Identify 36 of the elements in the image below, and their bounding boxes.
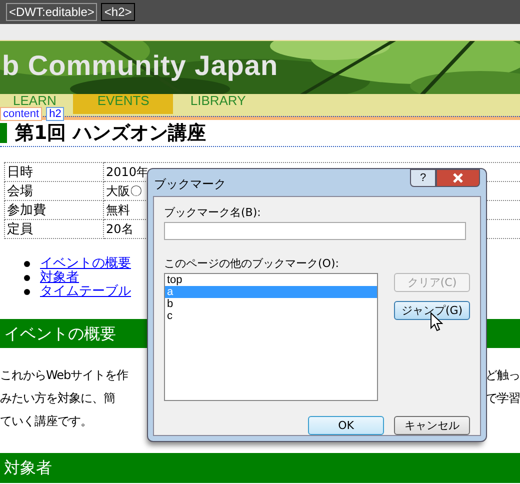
- heading-marker: [0, 123, 7, 143]
- list-item[interactable]: b: [165, 298, 377, 310]
- page-heading: 第1回 ハンズオン講座: [15, 121, 206, 146]
- table-cell: 日時: [4, 162, 104, 182]
- bullet-icon: [24, 261, 30, 267]
- table-cell: 定員: [4, 220, 104, 238]
- list-box[interactable]: top a b c: [164, 273, 378, 401]
- element-label: content: [0, 107, 42, 121]
- table-cell: 会場: [4, 182, 104, 200]
- list-item[interactable]: c: [165, 310, 377, 322]
- section-heading: 対象者: [0, 453, 520, 483]
- anchor-link[interactable]: イベントの概要: [40, 257, 131, 271]
- table-cell: 参加費: [4, 200, 104, 220]
- paragraph-text: ていく講座です。: [0, 413, 92, 430]
- anchor-link[interactable]: 対象者: [40, 271, 79, 285]
- dialog-button[interactable]: OK: [308, 416, 384, 435]
- paragraph-text: で学習: [486, 390, 520, 407]
- tag-chip[interactable]: <h2>: [101, 3, 135, 21]
- bullet-icon: [24, 275, 30, 281]
- tag-chip[interactable]: <DWT:editable>: [6, 3, 98, 21]
- paragraph-text: これからWebサイトを作: [0, 367, 128, 384]
- paragraph-text: みたい方を対象に、簡: [0, 390, 115, 407]
- close-icon: [452, 173, 464, 183]
- element-label: h2: [46, 107, 64, 121]
- input-field[interactable]: [164, 222, 466, 240]
- dialog-button[interactable]: ジャンプ(G): [394, 301, 470, 320]
- help-button[interactable]: ?: [410, 169, 436, 187]
- bullet-icon: [24, 289, 30, 295]
- dialog-button[interactable]: キャンセル: [394, 416, 470, 435]
- field-label: ブックマーク名(B):: [164, 205, 262, 220]
- field-label: このページの他のブックマーク(O):: [164, 256, 340, 271]
- anchor-link[interactable]: タイムテーブル: [40, 285, 131, 299]
- site-title: b Community Japan: [2, 50, 278, 82]
- list-item[interactable]: top: [165, 274, 377, 286]
- paragraph-text: ど触っ: [486, 367, 520, 384]
- close-button[interactable]: [436, 169, 480, 187]
